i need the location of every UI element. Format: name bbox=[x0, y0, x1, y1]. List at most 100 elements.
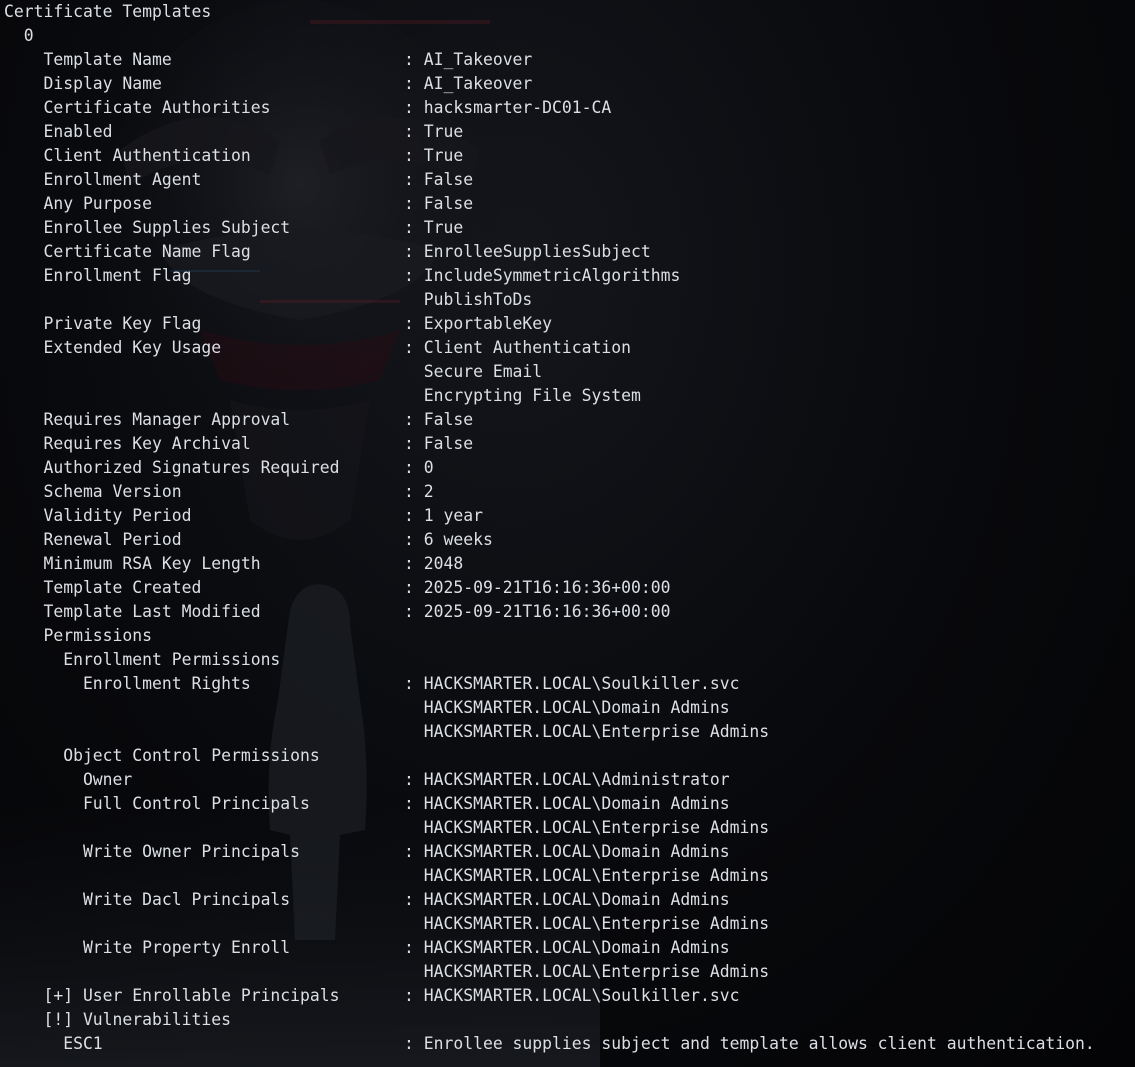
vulnerabilities-header: [!] Vulnerabilities bbox=[4, 1008, 1095, 1032]
field-value: True bbox=[423, 122, 464, 141]
field-separator: : bbox=[404, 506, 424, 525]
field-separator bbox=[404, 722, 424, 741]
field-value: HACKSMARTER.LOCAL\Enterprise Admins bbox=[423, 962, 770, 981]
field-value: EnrolleeSuppliesSubject bbox=[423, 242, 651, 261]
field-value: IncludeSymmetricAlgorithms bbox=[423, 266, 681, 285]
field-key: Any Purpose bbox=[4, 194, 153, 213]
field-key: Template Created bbox=[4, 578, 202, 597]
field-key: Extended Key Usage bbox=[4, 338, 222, 357]
field-row: [+] User Enrollable Principals: HACKSMAR… bbox=[4, 984, 1095, 1008]
field-row: Validity Period: 1 year bbox=[4, 504, 1095, 528]
field-separator: : bbox=[404, 890, 424, 909]
field-separator: : bbox=[404, 842, 424, 861]
field-value: AI_Takeover bbox=[423, 50, 533, 69]
field-row: Private Key Flag: ExportableKey bbox=[4, 312, 1095, 336]
terminal-output[interactable]: Certificate Templates 0 Template Name: A… bbox=[4, 0, 1095, 1056]
field-value: 2025-09-21T16:16:36+00:00 bbox=[423, 578, 671, 597]
field-value: False bbox=[423, 434, 474, 453]
field-separator: : bbox=[404, 410, 424, 429]
field-key: Requires Key Archival bbox=[4, 434, 251, 453]
field-key: Enrollee Supplies Subject bbox=[4, 218, 291, 237]
field-key: Client Authentication bbox=[4, 146, 251, 165]
field-continuation-row: Encrypting File System bbox=[4, 384, 1095, 408]
field-value: True bbox=[423, 218, 464, 237]
field-row: Authorized Signatures Required: 0 bbox=[4, 456, 1095, 480]
field-row: Minimum RSA Key Length: 2048 bbox=[4, 552, 1095, 576]
field-separator: : bbox=[404, 770, 424, 789]
field-value: Client Authentication bbox=[423, 338, 631, 357]
field-row: Full Control Principals: HACKSMARTER.LOC… bbox=[4, 792, 1095, 816]
field-row: Requires Manager Approval: False bbox=[4, 408, 1095, 432]
field-key: Certificate Name Flag bbox=[4, 242, 251, 261]
field-key: Validity Period bbox=[4, 506, 192, 525]
field-separator: : bbox=[404, 74, 424, 93]
permissions-header: Permissions bbox=[4, 624, 1095, 648]
field-value: HACKSMARTER.LOCAL\Domain Admins bbox=[423, 698, 730, 717]
field-separator: : bbox=[404, 674, 424, 693]
field-key: Requires Manager Approval bbox=[4, 410, 291, 429]
field-row: Enrollee Supplies Subject: True bbox=[4, 216, 1095, 240]
field-continuation-row: HACKSMARTER.LOCAL\Enterprise Admins bbox=[4, 864, 1095, 888]
field-value: HACKSMARTER.LOCAL\Enterprise Admins bbox=[423, 722, 770, 741]
field-value: HACKSMARTER.LOCAL\Domain Admins bbox=[423, 842, 730, 861]
field-separator: : bbox=[404, 458, 424, 477]
field-separator: : bbox=[404, 146, 424, 165]
field-value: False bbox=[423, 194, 474, 213]
field-separator bbox=[404, 386, 424, 405]
field-key: Private Key Flag bbox=[4, 314, 202, 333]
field-value: AI_Takeover bbox=[423, 74, 533, 93]
template-index-text: 0 bbox=[4, 26, 34, 45]
field-value: Enrollee supplies subject and template a… bbox=[423, 1034, 1095, 1053]
field-separator: : bbox=[404, 578, 424, 597]
field-separator: : bbox=[404, 170, 424, 189]
field-value: Encrypting File System bbox=[423, 386, 641, 405]
field-row: Enrollment Flag: IncludeSymmetricAlgorit… bbox=[4, 264, 1095, 288]
field-value: 6 weeks bbox=[423, 530, 493, 549]
field-row: Certificate Authorities: hacksmarter-DC0… bbox=[4, 96, 1095, 120]
field-separator: : bbox=[404, 314, 424, 333]
field-separator: : bbox=[404, 602, 424, 621]
field-separator: : bbox=[404, 1034, 424, 1053]
template-index: 0 bbox=[4, 24, 1095, 48]
field-row: Display Name: AI_Takeover bbox=[4, 72, 1095, 96]
field-value: False bbox=[423, 170, 474, 189]
field-row: Template Created: 2025-09-21T16:16:36+00… bbox=[4, 576, 1095, 600]
field-separator bbox=[404, 818, 424, 837]
field-separator: : bbox=[404, 98, 424, 117]
field-key: Minimum RSA Key Length bbox=[4, 554, 261, 573]
field-value: HACKSMARTER.LOCAL\Domain Admins bbox=[423, 890, 730, 909]
field-continuation-row: Secure Email bbox=[4, 360, 1095, 384]
field-separator: : bbox=[404, 338, 424, 357]
field-separator bbox=[404, 914, 424, 933]
field-separator: : bbox=[404, 218, 424, 237]
field-row: Enabled: True bbox=[4, 120, 1095, 144]
field-separator: : bbox=[404, 986, 424, 1005]
field-continuation-row: HACKSMARTER.LOCAL\Enterprise Admins bbox=[4, 816, 1095, 840]
field-value: HACKSMARTER.LOCAL\Domain Admins bbox=[423, 794, 730, 813]
field-value: PublishToDs bbox=[423, 290, 533, 309]
field-continuation-row: HACKSMARTER.LOCAL\Enterprise Admins bbox=[4, 960, 1095, 984]
field-value: 2048 bbox=[423, 554, 464, 573]
field-key: Enrollment Rights bbox=[4, 674, 251, 693]
field-value: HACKSMARTER.LOCAL\Enterprise Admins bbox=[423, 866, 770, 885]
field-separator: : bbox=[404, 554, 424, 573]
field-value: HACKSMARTER.LOCAL\Domain Admins bbox=[423, 938, 730, 957]
field-value: 2025-09-21T16:16:36+00:00 bbox=[423, 602, 671, 621]
section-header-text: Certificate Templates bbox=[4, 2, 212, 21]
field-separator: : bbox=[404, 434, 424, 453]
field-key: Write Dacl Principals bbox=[4, 890, 291, 909]
field-separator: : bbox=[404, 242, 424, 261]
terminal-window[interactable]: Certificate Templates 0 Template Name: A… bbox=[0, 0, 1135, 1067]
vulnerabilities-header-text: [!] Vulnerabilities bbox=[4, 1010, 231, 1029]
field-continuation-row: HACKSMARTER.LOCAL\Domain Admins bbox=[4, 696, 1095, 720]
field-row: Template Name: AI_Takeover bbox=[4, 48, 1095, 72]
field-value: HACKSMARTER.LOCAL\Soulkiller.svc bbox=[423, 674, 740, 693]
field-row: ESC1: Enrollee supplies subject and temp… bbox=[4, 1032, 1095, 1056]
field-row: Enrollment Agent: False bbox=[4, 168, 1095, 192]
enrollment-permissions-header: Enrollment Permissions bbox=[4, 648, 1095, 672]
field-separator bbox=[404, 290, 424, 309]
enrollment-permissions-header-text: Enrollment Permissions bbox=[4, 650, 281, 669]
field-separator: : bbox=[404, 482, 424, 501]
field-separator: : bbox=[404, 122, 424, 141]
field-value: HACKSMARTER.LOCAL\Enterprise Admins bbox=[423, 818, 770, 837]
